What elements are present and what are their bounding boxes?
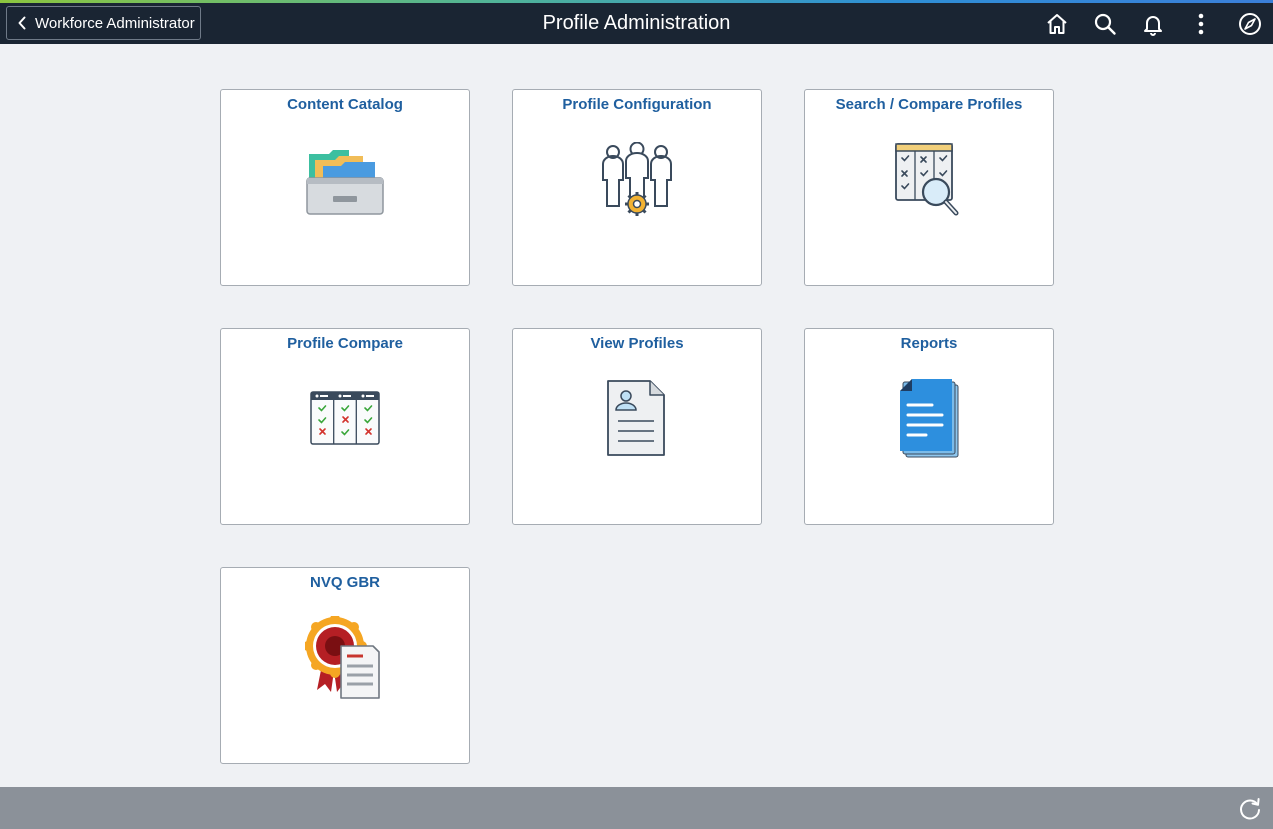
report-pages-icon (900, 379, 959, 458)
tile-title: Search / Compare Profiles (835, 96, 1023, 113)
people-gear-icon (602, 142, 672, 216)
refresh-icon[interactable] (1237, 796, 1263, 822)
tile-title: View Profiles (590, 335, 684, 352)
back-button-label: Workforce Administrator (35, 14, 195, 32)
tile-profile-configuration[interactable]: Profile Configuration (512, 89, 762, 286)
tile-search-compare-profiles[interactable]: Search / Compare Profiles (804, 89, 1054, 286)
tile-view-profiles[interactable]: View Profiles (512, 328, 762, 525)
checklist-magnifier-icon (895, 143, 959, 216)
tile-title: NVQ GBR (309, 574, 380, 591)
home-icon[interactable] (1044, 11, 1070, 37)
folder-drawer-icon (306, 150, 384, 215)
tile-nvq-gbr[interactable]: NVQ GBR (220, 567, 470, 764)
bell-icon[interactable] (1140, 11, 1166, 37)
tile-title: Content Catalog (287, 96, 403, 113)
footer-bar (0, 787, 1273, 829)
back-button[interactable]: Workforce Administrator (6, 6, 201, 40)
search-icon[interactable] (1092, 11, 1118, 37)
tile-profile-compare[interactable]: Profile Compare (220, 328, 470, 525)
profile-document-icon (607, 380, 665, 456)
tile-reports[interactable]: Reports (804, 328, 1054, 525)
tile-content-catalog[interactable]: Content Catalog (220, 89, 470, 286)
tile-title: Reports (900, 335, 958, 352)
compare-grid-icon (310, 391, 380, 445)
more-icon[interactable] (1188, 11, 1214, 37)
tile-title: Profile Configuration (562, 96, 712, 113)
certificate-award-icon (305, 616, 380, 699)
tile-title: Profile Compare (287, 335, 403, 352)
compass-icon[interactable] (1237, 11, 1263, 37)
chevron-left-icon (18, 16, 26, 30)
top-header: Workforce Administrator Profile Administ… (0, 3, 1273, 44)
